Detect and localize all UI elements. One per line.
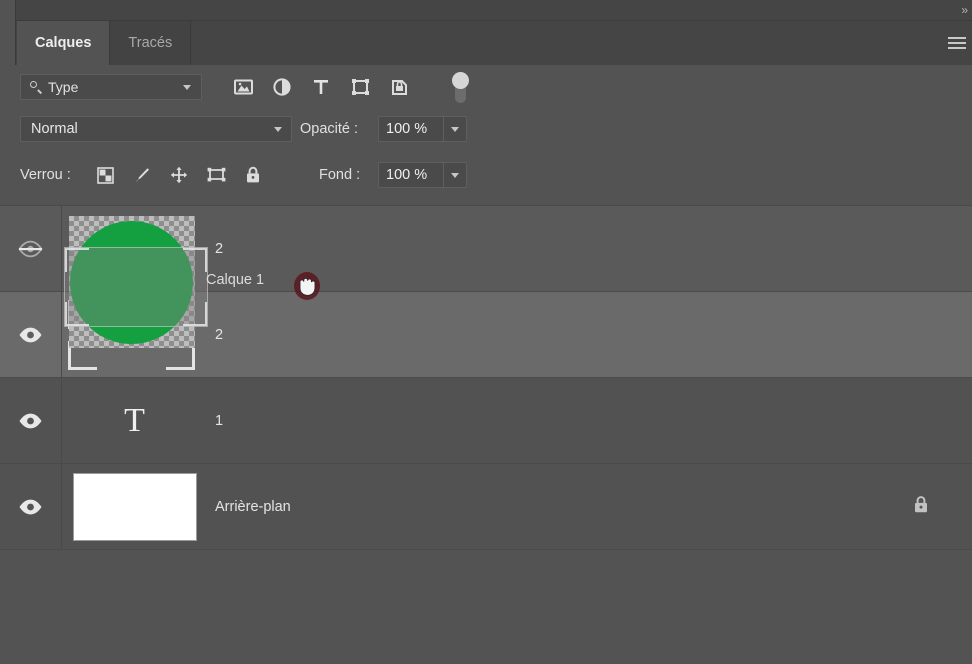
white-raster-thumbnail (72, 472, 197, 541)
table-row[interactable]: T 2 (0, 292, 972, 378)
panel-menu-line (948, 47, 966, 49)
type-layer-thumbnail: T (105, 227, 165, 271)
type-glyph: T (124, 315, 145, 353)
dock-strip: » (0, 0, 972, 21)
lock-icon (915, 495, 927, 512)
layer-thumbnail-cell[interactable]: T (62, 206, 207, 291)
eye-icon (19, 413, 42, 428)
panel-tab-bar: Calques Tracés (0, 21, 972, 65)
eye-icon (19, 499, 42, 514)
eye-hidden-icon (18, 240, 43, 257)
layer-visibility-toggle[interactable] (0, 378, 62, 463)
layer-visibility-toggle[interactable] (0, 292, 62, 377)
dock-left-edge (0, 0, 16, 21)
table-row[interactable]: T 2 (0, 206, 972, 292)
eye-icon (19, 327, 42, 342)
fill-input[interactable]: 100 % (378, 162, 444, 188)
layer-filter-type-value: Type (48, 79, 79, 95)
filter-adjustment-icon[interactable] (272, 77, 292, 97)
filter-row: Type (0, 65, 972, 111)
search-icon (30, 81, 42, 93)
frame-corner (166, 341, 195, 370)
frame-corner (68, 341, 97, 370)
type-layer-thumbnail: T (105, 313, 165, 357)
filter-kind-buttons (233, 74, 409, 100)
lock-position-icon[interactable] (169, 165, 189, 185)
layer-list: T 2 T 2 T 1 Arrière-plan (0, 205, 972, 664)
layer-thumbnail-cell[interactable]: T (62, 292, 207, 377)
layer-filter-type-select[interactable]: Type (20, 74, 202, 100)
fill-label: Fond : (319, 167, 361, 183)
layer-name-label[interactable]: 1 (215, 413, 223, 429)
chevron-down-icon (183, 84, 191, 90)
panel-menu-line (948, 42, 966, 44)
layer-name-label[interactable]: 2 (215, 241, 223, 257)
blend-mode-select[interactable]: Normal (20, 116, 292, 142)
panel-menu-icon[interactable] (946, 34, 968, 50)
chevron-down-icon (451, 126, 459, 132)
type-glyph: T (124, 401, 145, 439)
lock-image-pixels-icon[interactable] (132, 165, 152, 185)
tab-group: Calques Tracés (17, 21, 192, 65)
toggle-knob (452, 72, 469, 89)
tab-traces[interactable]: Tracés (110, 21, 192, 65)
table-row[interactable]: T 1 (0, 378, 972, 464)
type-layer-thumbnail: T (105, 399, 165, 443)
lock-label: Verrou : (20, 167, 71, 183)
opacity-label: Opacité : (300, 121, 359, 137)
type-glyph: T (124, 229, 145, 267)
layer-visibility-toggle[interactable] (0, 206, 62, 291)
layer-name-label[interactable]: Arrière-plan (215, 499, 291, 515)
collapse-panels-icon[interactable]: » (961, 1, 968, 19)
opacity-input[interactable]: 100 % (378, 116, 444, 142)
table-row[interactable]: Arrière-plan (0, 464, 972, 550)
lock-all-icon[interactable] (243, 165, 263, 185)
filter-type-icon[interactable] (311, 77, 331, 97)
tab-bar-gutter (0, 21, 16, 65)
layer-thumbnail-cell[interactable] (62, 464, 207, 549)
blend-mode-row: Normal Opacité : 100 % (0, 111, 972, 156)
layer-locked-badge (912, 494, 930, 519)
layer-name-label[interactable]: 2 (215, 327, 223, 343)
photoshop-layers-panel: » Calques Tracés Type Normal Opacité: 1… (0, 0, 972, 664)
lock-artboard-nesting-icon[interactable] (206, 165, 226, 185)
filter-shape-icon[interactable] (350, 77, 370, 97)
filter-pixel-icon[interactable] (233, 77, 253, 97)
tab-calques-label: Calques (35, 35, 92, 51)
frame-corner (166, 300, 195, 329)
blend-mode-value: Normal (31, 121, 78, 137)
chevron-down-icon (451, 172, 459, 178)
opacity-stepper-button[interactable] (444, 116, 467, 142)
filter-enable-toggle[interactable] (450, 71, 470, 103)
lock-buttons (95, 163, 263, 187)
layer-visibility-toggle[interactable] (0, 464, 62, 549)
tab-traces-label: Tracés (128, 35, 173, 51)
lock-transparency-icon[interactable] (95, 165, 115, 185)
fill-stepper-button[interactable] (444, 162, 467, 188)
frame-corner (68, 300, 97, 329)
panel-menu-line (948, 37, 966, 39)
tab-calques[interactable]: Calques (17, 21, 111, 65)
layers-panel-body: Type Normal Opacité: 100 % Verrou: Fon… (0, 65, 972, 664)
lock-row: Verrou : Fond: 100 % (0, 156, 972, 202)
chevron-down-icon (274, 126, 282, 132)
layer-thumbnail-cell[interactable]: T (62, 378, 207, 463)
filter-smart-object-icon[interactable] (389, 77, 409, 97)
